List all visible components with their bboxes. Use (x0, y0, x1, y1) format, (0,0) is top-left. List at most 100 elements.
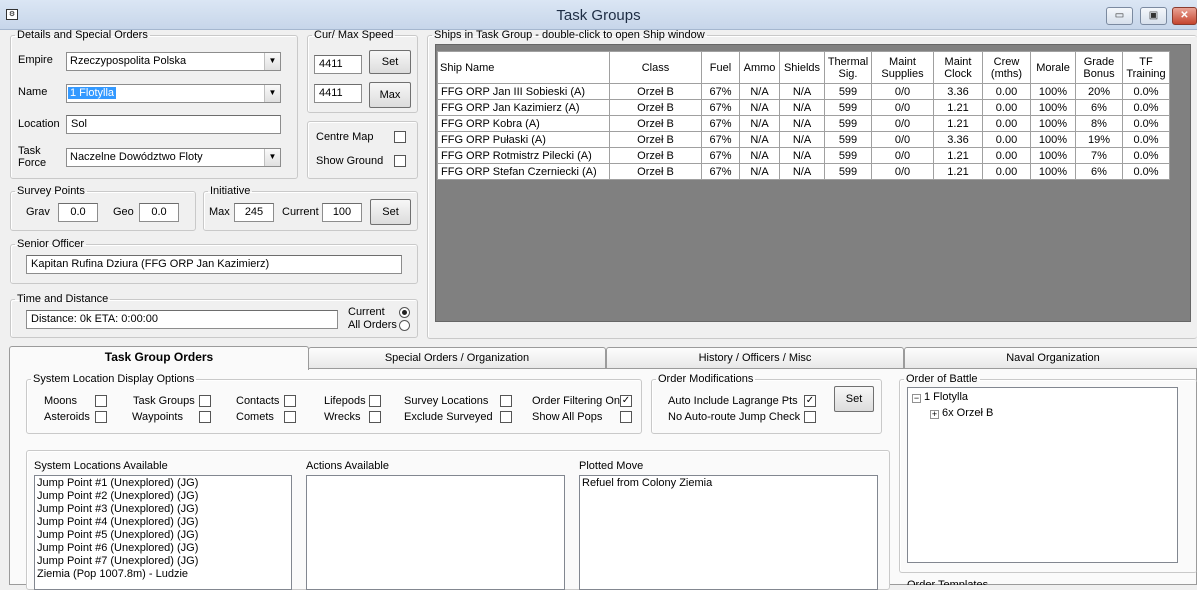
survey-locations-label: Survey Locations (404, 395, 489, 407)
chevron-down-icon[interactable]: ▼ (264, 53, 280, 70)
task-groups-checkbox[interactable] (199, 395, 211, 407)
task-force-label: Task Force (18, 145, 47, 169)
asteroids-label: Asteroids (44, 411, 90, 423)
ship-cell: 599 (824, 163, 872, 180)
tab-history-officers[interactable]: History / Officers / Misc (606, 347, 904, 368)
column-header[interactable]: Morale (1030, 51, 1076, 84)
display-options-legend: System Location Display Options (33, 373, 195, 385)
current-speed-input[interactable]: 4411 (314, 55, 362, 74)
initiative-current-input[interactable]: 100 (322, 203, 362, 222)
system-location-item[interactable]: Jump Point #6 (Unexplored) (JG) (35, 542, 291, 555)
column-header[interactable]: Ship Name (437, 51, 610, 84)
location-field[interactable]: Sol (66, 115, 281, 134)
tab-naval-organization[interactable]: Naval Organization (904, 347, 1197, 368)
survey-legend: Survey Points (17, 185, 85, 197)
ship-row[interactable]: FFG ORP Jan III Sobieski (A) Orzeł B 67% N/… (437, 83, 1170, 100)
geo-value: 0.0 (139, 203, 179, 222)
collapse-icon[interactable]: − (912, 394, 921, 403)
no-jump-checkbox[interactable] (804, 411, 816, 423)
current-radio[interactable] (399, 307, 410, 318)
exclude-surveyed-checkbox[interactable] (500, 411, 512, 423)
map-options-group (307, 121, 418, 179)
chevron-down-icon[interactable]: ▼ (264, 85, 280, 102)
column-header[interactable]: TF Training (1122, 51, 1170, 84)
ship-cell: 0.0% (1122, 115, 1170, 132)
tab-special-orders[interactable]: Special Orders / Organization (308, 347, 606, 368)
system-location-item[interactable]: Jump Point #4 (Unexplored) (JG) (35, 516, 291, 529)
wrecks-checkbox[interactable] (369, 411, 381, 423)
column-header[interactable]: Maint Clock (933, 51, 983, 84)
order-filtering-checkbox[interactable]: ✓ (620, 395, 632, 407)
order-mods-legend: Order Modifications (658, 373, 754, 385)
close-button[interactable]: ✕ (1172, 7, 1197, 25)
ship-cell: 67% (701, 115, 740, 132)
name-select[interactable]: 1 Flotylla ▼ (66, 84, 281, 103)
chevron-down-icon[interactable]: ▼ (264, 149, 280, 166)
contacts-label: Contacts (236, 395, 280, 407)
contacts-checkbox[interactable] (284, 395, 296, 407)
system-locations-list[interactable]: Jump Point #1 (Unexplored) (JG) Jump Poin… (34, 475, 292, 590)
system-location-item[interactable]: Jump Point #3 (Unexplored) (JG) (35, 503, 291, 516)
column-header[interactable]: Maint Supplies (871, 51, 934, 84)
asteroids-checkbox[interactable] (95, 411, 107, 423)
ship-row[interactable]: FFG ORP Pułaski (A) Orzeł B 67% N/A N/A 599 0/… (437, 131, 1170, 148)
system-location-item[interactable]: Jump Point #5 (Unexplored) (JG) (35, 529, 291, 542)
plotted-move-item[interactable]: Refuel from Colony Ziemia (580, 477, 877, 490)
max-speed-input[interactable]: 4411 (314, 84, 362, 103)
order-of-battle-tree[interactable]: −1 Flotylla +6x Orzeł B (907, 387, 1178, 563)
empire-select[interactable]: Rzeczypospolita Polska ▼ (66, 52, 281, 71)
moons-checkbox[interactable] (95, 395, 107, 407)
ship-cell: N/A (779, 99, 825, 116)
set-speed-button[interactable]: Set (369, 50, 411, 74)
column-header[interactable]: Crew (mths) (982, 51, 1031, 84)
show-all-pops-checkbox[interactable] (620, 411, 632, 423)
plotted-move-list[interactable]: Refuel from Colony Ziemia (579, 475, 878, 590)
ship-row[interactable]: FFG ORP Stefan Czerniecki (A) Orzeł B 67% N… (437, 163, 1170, 180)
set-initiative-button[interactable]: Set (370, 199, 411, 225)
lifepods-checkbox[interactable] (369, 395, 381, 407)
tab-task-group-orders[interactable]: Task Group Orders (9, 346, 309, 370)
initiative-legend: Initiative (210, 185, 251, 197)
system-locations-label: System Locations Available (34, 460, 168, 472)
survey-locations-checkbox[interactable] (500, 395, 512, 407)
column-header[interactable]: Class (609, 51, 702, 84)
expand-icon[interactable]: + (930, 410, 939, 419)
column-header[interactable]: Thermal Sig. (824, 51, 872, 84)
tree-child-label: 6x Orzeł B (942, 407, 994, 419)
lifepods-label: Lifepods (324, 395, 366, 407)
ship-cell: 0.00 (982, 115, 1031, 132)
tree-node-child[interactable]: +6x Orzeł B (930, 407, 993, 419)
lagrange-checkbox[interactable]: ✓ (804, 395, 816, 407)
ship-cell: N/A (779, 83, 825, 100)
ship-row[interactable]: FFG ORP Rotmistrz Pilecki (A) Orzeł B 67% N… (437, 147, 1170, 164)
centre-map-checkbox[interactable] (394, 131, 406, 143)
minimize-button[interactable]: ▭ (1106, 7, 1133, 25)
system-location-item[interactable]: Ziemia (Pop 1007.8m) - Ludzie (35, 568, 291, 581)
all-orders-radio[interactable] (399, 320, 410, 331)
ship-row[interactable]: FFG ORP Jan Kazimierz (A) Orzeł B 67% N/A N/… (437, 99, 1170, 116)
comets-checkbox[interactable] (284, 411, 296, 423)
ships-table[interactable]: Ship Name Class Fuel Ammo Shields Thermal Sig… (437, 51, 1170, 180)
column-header[interactable]: Ammo (739, 51, 780, 84)
system-location-item[interactable]: Jump Point #7 (Unexplored) (JG) (35, 555, 291, 568)
ship-cell: Orzeł B (609, 83, 702, 100)
actions-list[interactable] (306, 475, 565, 590)
initiative-current-label: Current (282, 206, 319, 218)
column-header[interactable]: Grade Bonus (1075, 51, 1123, 84)
task-force-select[interactable]: Naczelne Dowództwo Floty ▼ (66, 148, 281, 167)
distance-eta-field: Distance: 0k ETA: 0:00:00 (26, 310, 338, 329)
set-order-mods-button[interactable]: Set (834, 386, 874, 412)
show-ground-checkbox[interactable] (394, 155, 406, 167)
system-location-item[interactable]: Jump Point #2 (Unexplored) (JG) (35, 490, 291, 503)
maximize-button[interactable]: ▣ (1140, 7, 1167, 25)
ship-row[interactable]: FFG ORP Kobra (A) Orzeł B 67% N/A N/A 599 0/0 1… (437, 115, 1170, 132)
column-header[interactable]: Fuel (701, 51, 740, 84)
column-header[interactable]: Shields (779, 51, 825, 84)
max-speed-button[interactable]: Max (369, 82, 411, 108)
ships-grid[interactable]: Ship Name Class Fuel Ammo Shields Thermal Sig… (435, 44, 1191, 322)
initiative-max-label: Max (209, 206, 230, 218)
order-filtering-label: Order Filtering On (532, 395, 621, 407)
system-location-item[interactable]: Jump Point #1 (Unexplored) (JG) (35, 477, 291, 490)
tree-node-root[interactable]: −1 Flotylla (912, 391, 968, 403)
waypoints-checkbox[interactable] (199, 411, 211, 423)
